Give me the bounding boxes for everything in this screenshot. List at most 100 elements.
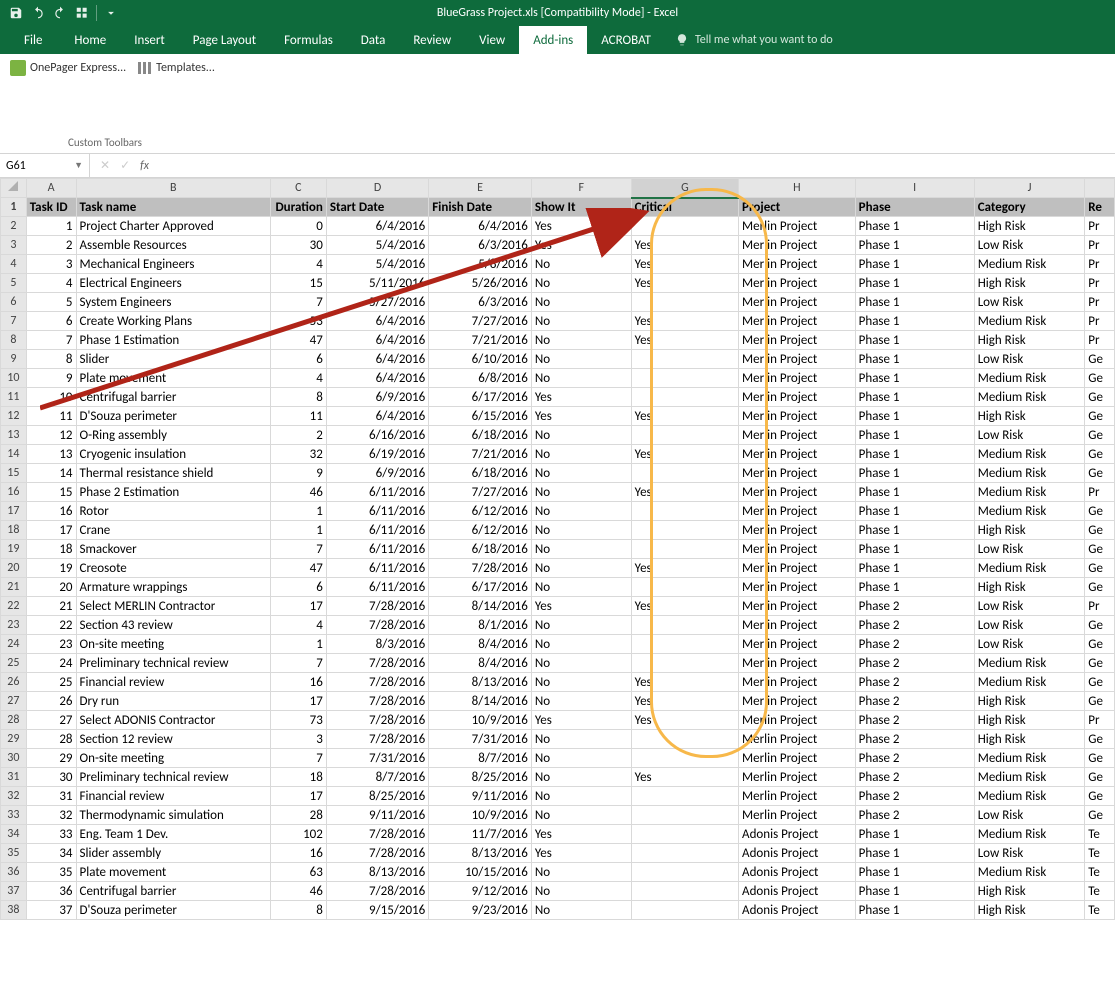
row-header[interactable]: 31 [1, 768, 27, 787]
cell[interactable]: Phase 1 [855, 388, 974, 407]
table-row[interactable]: 3433Eng. Team 1 Dev.1027/28/201611/7/201… [1, 825, 1115, 844]
cell[interactable] [631, 540, 738, 559]
cell[interactable]: 5/4/2016 [326, 236, 428, 255]
cell[interactable]: Phase 1 [855, 502, 974, 521]
tab-view[interactable]: View [465, 26, 519, 54]
cell[interactable]: Ge [1085, 445, 1115, 464]
cell[interactable]: 15 [26, 483, 76, 502]
cell[interactable]: On-site meeting [76, 749, 270, 768]
cell[interactable]: Ge [1085, 768, 1115, 787]
cell[interactable]: Ge [1085, 654, 1115, 673]
cell[interactable]: Medium Risk [974, 559, 1085, 578]
cell[interactable]: No [531, 578, 631, 597]
row-header[interactable]: 2 [1, 217, 27, 236]
cell[interactable] [631, 882, 738, 901]
table-row[interactable]: 32Assemble Resources305/4/20166/3/2016Ye… [1, 236, 1115, 255]
header-cell[interactable]: Finish Date [429, 198, 532, 217]
cell[interactable]: Low Risk [974, 616, 1085, 635]
table-row[interactable]: 2726Dry run177/28/20168/14/2016NoYesMerl… [1, 692, 1115, 711]
cell[interactable]: Phase 2 Estimation [76, 483, 270, 502]
cell[interactable] [631, 502, 738, 521]
row-header[interactable]: 20 [1, 559, 27, 578]
cell[interactable]: 7/28/2016 [326, 730, 428, 749]
cell[interactable]: 7/28/2016 [326, 654, 428, 673]
col-header-B[interactable]: B [76, 179, 270, 198]
cell[interactable] [631, 388, 738, 407]
cell[interactable]: 6/17/2016 [429, 578, 532, 597]
cell[interactable]: Yes [631, 407, 738, 426]
cell[interactable]: Phase 1 [855, 844, 974, 863]
header-cell[interactable]: Task name [76, 198, 270, 217]
cell[interactable]: Merlin Project [739, 578, 856, 597]
col-header-D[interactable]: D [326, 179, 428, 198]
row-header[interactable]: 8 [1, 331, 27, 350]
cell[interactable]: Centrifugal barrier [76, 882, 270, 901]
cell[interactable]: No [531, 464, 631, 483]
cell[interactable]: Medium Risk [974, 502, 1085, 521]
cell[interactable]: 9/12/2016 [429, 882, 532, 901]
cell[interactable]: 8/4/2016 [429, 635, 532, 654]
col-header-A[interactable]: A [26, 179, 76, 198]
table-row[interactable]: 3130Preliminary technical review188/7/20… [1, 768, 1115, 787]
table-row[interactable]: 3736Centrifugal barrier467/28/20169/12/2… [1, 882, 1115, 901]
fx-icon[interactable]: fx [140, 159, 149, 173]
cell[interactable]: 8 [270, 388, 326, 407]
cell[interactable]: Yes [631, 711, 738, 730]
cell[interactable]: 5/27/2016 [326, 293, 428, 312]
row-header[interactable]: 15 [1, 464, 27, 483]
cell[interactable]: Phase 1 [855, 863, 974, 882]
cell[interactable]: No [531, 730, 631, 749]
cell[interactable]: 7/28/2016 [429, 559, 532, 578]
cell[interactable]: 8/13/2016 [429, 844, 532, 863]
cell[interactable]: Phase 2 [855, 616, 974, 635]
cell[interactable]: Centrifugal barrier [76, 388, 270, 407]
cell[interactable] [631, 863, 738, 882]
row-header[interactable]: 1 [1, 198, 27, 217]
cell[interactable]: 8/13/2016 [429, 673, 532, 692]
cell[interactable]: Merlin Project [739, 502, 856, 521]
cell[interactable]: 6/18/2016 [429, 540, 532, 559]
cell[interactable]: Medium Risk [974, 445, 1085, 464]
cell[interactable]: Ge [1085, 787, 1115, 806]
cell[interactable]: Low Risk [974, 236, 1085, 255]
row-header[interactable]: 32 [1, 787, 27, 806]
cell[interactable]: Adonis Project [739, 882, 856, 901]
cell[interactable]: High Risk [974, 711, 1085, 730]
cell[interactable]: Preliminary technical review [76, 654, 270, 673]
row-header[interactable]: 30 [1, 749, 27, 768]
cell[interactable]: 11 [26, 407, 76, 426]
cell[interactable]: Assemble Resources [76, 236, 270, 255]
cell[interactable]: No [531, 331, 631, 350]
cell[interactable]: 8/3/2016 [326, 635, 428, 654]
cell[interactable]: Merlin Project [739, 654, 856, 673]
cell[interactable]: 7/27/2016 [429, 312, 532, 331]
cell[interactable]: No [531, 654, 631, 673]
cell[interactable]: 6/4/2016 [326, 331, 428, 350]
cell[interactable]: 1 [270, 502, 326, 521]
cell[interactable]: 7/31/2016 [326, 749, 428, 768]
cell[interactable]: 7 [270, 654, 326, 673]
row-header[interactable]: 23 [1, 616, 27, 635]
row-header[interactable]: 35 [1, 844, 27, 863]
cell[interactable]: Merlin Project [739, 369, 856, 388]
cell[interactable]: 1 [270, 635, 326, 654]
cell[interactable]: No [531, 882, 631, 901]
cell[interactable]: 6/12/2016 [429, 502, 532, 521]
cell[interactable]: 6 [270, 578, 326, 597]
cell[interactable]: Phase 2 [855, 654, 974, 673]
table-row[interactable]: 3635Plate movement638/13/201610/15/2016N… [1, 863, 1115, 882]
cell[interactable]: Medium Risk [974, 312, 1085, 331]
cell[interactable]: 6/11/2016 [326, 540, 428, 559]
cell[interactable]: 17 [270, 597, 326, 616]
cell[interactable]: Select MERLIN Contractor [76, 597, 270, 616]
table-row[interactable]: 2827Select ADONIS Contractor737/28/20161… [1, 711, 1115, 730]
header-cell[interactable]: Critical [631, 198, 738, 217]
tab-data[interactable]: Data [347, 26, 400, 54]
cell[interactable]: Medium Risk [974, 654, 1085, 673]
cell[interactable]: Yes [531, 388, 631, 407]
cell[interactable]: 6/4/2016 [326, 407, 428, 426]
chevron-down-icon[interactable]: ▼ [74, 160, 83, 171]
header-cell[interactable]: Duration [270, 198, 326, 217]
cell[interactable]: Merlin Project [739, 426, 856, 445]
cell[interactable] [631, 369, 738, 388]
